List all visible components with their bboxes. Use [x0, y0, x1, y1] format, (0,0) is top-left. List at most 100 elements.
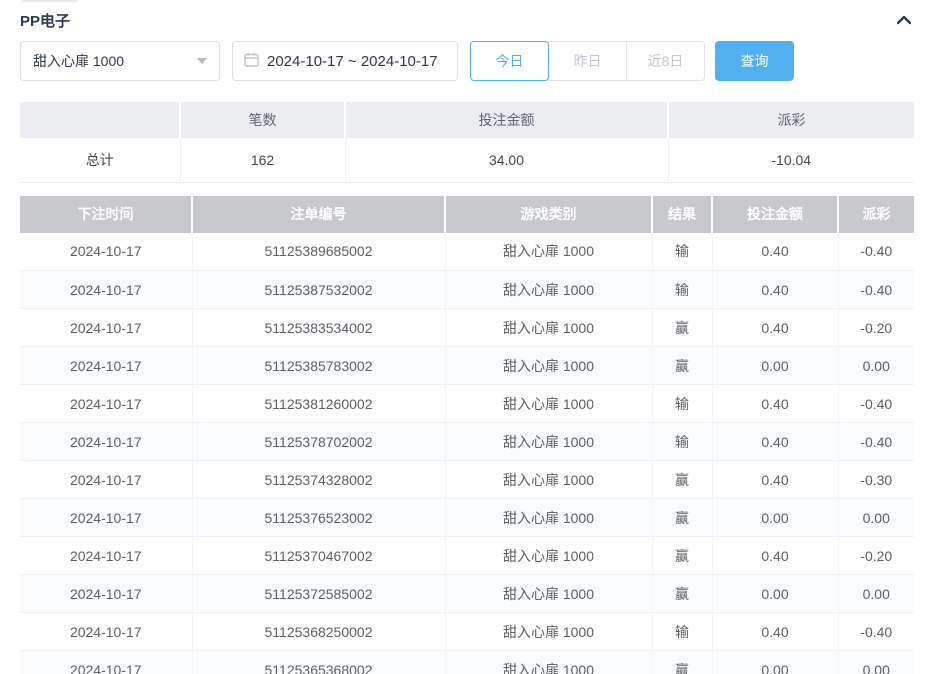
summary-total-row: 总计 162 34.00 -10.04 [20, 138, 914, 182]
yesterday-button[interactable]: 昨日 [548, 41, 627, 81]
summary-total-label: 总计 [20, 138, 180, 182]
cell-result: 赢 [652, 537, 712, 575]
table-row: 2024-10-17 51125381260002 甜入心扉 1000 输 0.… [20, 385, 914, 423]
cell-game-category: 甜入心扉 1000 [445, 461, 652, 499]
cell-payout: -0.40 [838, 613, 914, 651]
cell-bet-amount: 0.00 [712, 499, 838, 537]
today-button[interactable]: 今日 [470, 41, 549, 81]
table-row: 2024-10-17 51125389685002 甜入心扉 1000 输 0.… [20, 233, 914, 271]
last-8-days-button[interactable]: 近8日 [626, 41, 705, 81]
cell-game-category: 甜入心扉 1000 [445, 537, 652, 575]
cell-bet-amount: 0.40 [712, 537, 838, 575]
cell-payout: -0.40 [838, 385, 914, 423]
cell-bet-amount: 0.00 [712, 651, 838, 674]
collapse-panel-button[interactable] [894, 10, 914, 30]
cell-payout: -0.20 [838, 537, 914, 575]
cell-result: 输 [652, 233, 712, 271]
col-result: 结果 [652, 196, 712, 233]
cell-result: 输 [652, 271, 712, 309]
cell-bet-id: 51125378702002 [192, 423, 445, 461]
cell-payout: -0.40 [838, 423, 914, 461]
col-payout: 派彩 [838, 196, 914, 233]
cell-payout: -0.30 [838, 461, 914, 499]
cell-payout: -0.20 [838, 309, 914, 347]
cell-bet-amount: 0.40 [712, 271, 838, 309]
cell-result: 赢 [652, 575, 712, 613]
col-bet-id: 注单编号 [192, 196, 445, 233]
col-bet-time: 下注时间 [20, 196, 192, 233]
col-bet-amount: 投注金额 [712, 196, 838, 233]
game-select[interactable]: 甜入心扉 1000 [20, 41, 220, 81]
cell-result: 输 [652, 423, 712, 461]
table-row: 2024-10-17 51125372585002 甜入心扉 1000 赢 0.… [20, 575, 914, 613]
cell-bet-time: 2024-10-17 [20, 347, 192, 385]
cell-result: 赢 [652, 309, 712, 347]
cell-game-category: 甜入心扉 1000 [445, 423, 652, 461]
col-game-category: 游戏类别 [445, 196, 652, 233]
cell-bet-time: 2024-10-17 [20, 385, 192, 423]
cell-bet-id: 51125381260002 [192, 385, 445, 423]
cell-bet-time: 2024-10-17 [20, 233, 192, 271]
cell-result: 赢 [652, 347, 712, 385]
cell-game-category: 甜入心扉 1000 [445, 309, 652, 347]
cell-bet-id: 51125372585002 [192, 575, 445, 613]
table-row: 2024-10-17 51125378702002 甜入心扉 1000 输 0.… [20, 423, 914, 461]
cell-bet-time: 2024-10-17 [20, 537, 192, 575]
cell-bet-id: 51125376523002 [192, 499, 445, 537]
cell-result: 赢 [652, 651, 712, 674]
panel-header: PP电子 [20, 0, 914, 30]
cell-bet-amount: 0.40 [712, 461, 838, 499]
summary-col-blank [20, 102, 180, 138]
cell-bet-time: 2024-10-17 [20, 575, 192, 613]
cell-result: 赢 [652, 499, 712, 537]
cell-bet-id: 51125383534002 [192, 309, 445, 347]
summary-col-count: 笔数 [180, 102, 345, 138]
cell-payout: 0.00 [838, 347, 914, 385]
date-range-input[interactable]: 2024-10-17 ~ 2024-10-17 [232, 41, 458, 81]
cell-payout: 0.00 [838, 651, 914, 674]
date-quick-buttons: 今日 昨日 近8日 [470, 41, 705, 81]
cell-bet-amount: 0.40 [712, 309, 838, 347]
date-range-value: 2024-10-17 ~ 2024-10-17 [267, 53, 438, 70]
cell-bet-time: 2024-10-17 [20, 423, 192, 461]
cell-bet-id: 51125374328002 [192, 461, 445, 499]
cell-result: 输 [652, 613, 712, 651]
cell-payout: -0.40 [838, 233, 914, 271]
cell-bet-amount: 0.40 [712, 613, 838, 651]
query-button[interactable]: 查询 [715, 41, 794, 81]
cell-bet-id: 51125370467002 [192, 537, 445, 575]
cell-game-category: 甜入心扉 1000 [445, 271, 652, 309]
chevron-up-icon [896, 13, 912, 28]
filter-bar: 甜入心扉 1000 2024-10-17 ~ 2024-10-17 今日 昨日 … [20, 41, 914, 81]
cell-bet-amount: 0.00 [712, 347, 838, 385]
cell-bet-time: 2024-10-17 [20, 309, 192, 347]
summary-payout-value: -10.04 [668, 138, 914, 182]
cell-payout: 0.00 [838, 499, 914, 537]
cell-bet-amount: 0.40 [712, 233, 838, 271]
cell-game-category: 甜入心扉 1000 [445, 385, 652, 423]
cell-bet-time: 2024-10-17 [20, 271, 192, 309]
cell-bet-id: 51125368250002 [192, 613, 445, 651]
page-title: PP电子 [20, 10, 70, 31]
calendar-icon [244, 52, 259, 71]
pp-electronic-panel: PP电子 甜入心扉 1000 2024-10-17 ~ 2024-10-17 今… [0, 0, 944, 674]
summary-count-value: 162 [180, 138, 345, 182]
cell-game-category: 甜入心扉 1000 [445, 233, 652, 271]
table-row: 2024-10-17 51125383534002 甜入心扉 1000 赢 0.… [20, 309, 914, 347]
bet-table-body: 2024-10-17 51125389685002 甜入心扉 1000 输 0.… [20, 233, 914, 674]
cell-payout: -0.40 [838, 271, 914, 309]
cell-game-category: 甜入心扉 1000 [445, 613, 652, 651]
table-row: 2024-10-17 51125387532002 甜入心扉 1000 输 0.… [20, 271, 914, 309]
cell-game-category: 甜入心扉 1000 [445, 575, 652, 613]
cell-result: 输 [652, 385, 712, 423]
cell-bet-time: 2024-10-17 [20, 613, 192, 651]
table-row: 2024-10-17 51125370467002 甜入心扉 1000 赢 0.… [20, 537, 914, 575]
cell-bet-id: 51125389685002 [192, 233, 445, 271]
bet-records-table: 下注时间 注单编号 游戏类别 结果 投注金额 派彩 2024-10-17 511… [20, 196, 914, 674]
cell-bet-amount: 0.40 [712, 423, 838, 461]
cell-result: 赢 [652, 461, 712, 499]
summary-col-payout: 派彩 [668, 102, 914, 138]
game-select-value: 甜入心扉 1000 [33, 51, 124, 71]
summary-table: 笔数 投注金额 派彩 总计 162 34.00 -10.04 [20, 102, 914, 183]
cell-bet-amount: 0.40 [712, 385, 838, 423]
